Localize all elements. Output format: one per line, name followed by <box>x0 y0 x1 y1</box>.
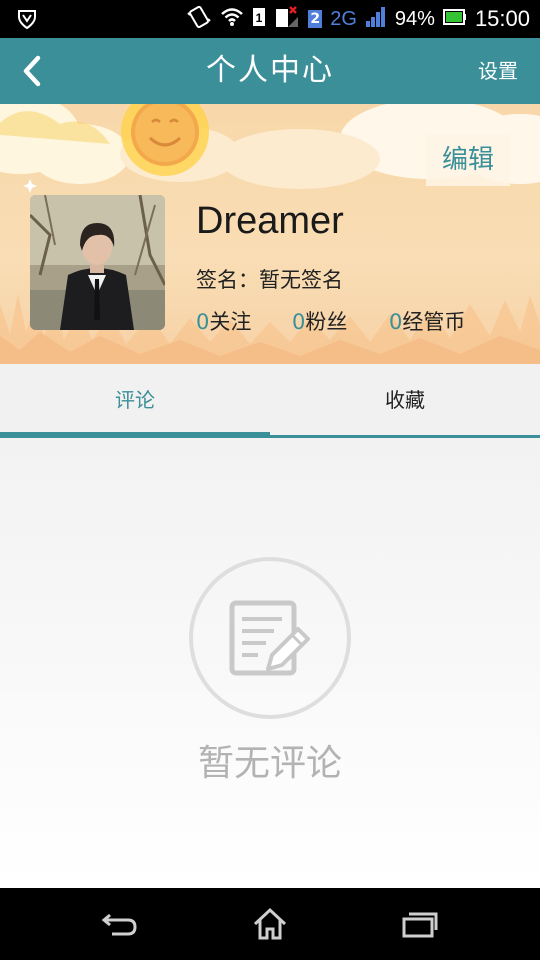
stat-followers[interactable]: 0粉丝 <box>292 306 389 336</box>
clock: 15:00 <box>474 6 530 31</box>
back-arrow-icon <box>101 913 137 936</box>
home-icon <box>253 907 287 940</box>
recent-apps-icon <box>402 912 438 938</box>
profile-banner: 编辑 Dreamer 签名：暂无签名 0关注 0粉丝 0经管币 <box>0 104 540 364</box>
page-title: 个人中心 <box>206 53 334 88</box>
status-icons: 1 2 2G 94% 15:00 <box>186 0 530 38</box>
tab-comments[interactable]: 评论 <box>0 364 270 436</box>
stat-following-label: 关注 <box>209 310 252 334</box>
app-header: 个人中心 设置 <box>0 38 540 104</box>
profile-stats: 0关注 0粉丝 0经管币 <box>196 306 465 336</box>
stat-coins[interactable]: 0经管币 <box>389 306 465 336</box>
tab-favorites[interactable]: 收藏 <box>270 364 540 436</box>
edit-document-icon <box>229 600 310 676</box>
signal-icon <box>365 6 387 32</box>
sim2-badge: 2 <box>308 10 323 28</box>
empty-state-text: 暂无评论 <box>197 743 342 784</box>
avatar[interactable] <box>30 195 165 330</box>
battery-icon <box>442 9 467 29</box>
svg-text:1: 1 <box>256 11 263 25</box>
stat-following-count: 0 <box>196 310 210 334</box>
stat-following[interactable]: 0关注 <box>196 306 292 336</box>
nav-back-button[interactable] <box>90 902 150 946</box>
edit-profile-button[interactable]: 编辑 <box>426 134 510 186</box>
comments-panel: 暂无评论 <box>0 438 540 888</box>
wifi-icon <box>220 7 244 31</box>
vibrate-icon <box>186 5 212 33</box>
stat-followers-count: 0 <box>292 310 306 334</box>
stat-followers-label: 粉丝 <box>305 310 348 334</box>
tab-bar: 评论 收藏 <box>0 364 540 438</box>
settings-button[interactable]: 设置 <box>478 38 518 104</box>
signature: 签名：暂无签名 <box>196 268 343 292</box>
stat-coins-count: 0 <box>389 310 403 334</box>
stat-coins-label: 经管币 <box>402 310 466 334</box>
sim1-icon: 1 <box>252 7 266 31</box>
nav-home-button[interactable] <box>240 902 300 946</box>
battery-percent: 94% <box>394 7 435 30</box>
network-type: 2G <box>330 7 357 30</box>
shield-icon <box>16 8 38 30</box>
empty-state-badge <box>189 557 351 719</box>
no-sim-icon <box>274 5 300 33</box>
avatar-photo <box>30 195 165 330</box>
status-bar: 1 2 2G 94% 15:00 <box>0 0 540 38</box>
nav-recent-button[interactable] <box>390 902 450 946</box>
chevron-left-icon <box>23 55 41 87</box>
back-button[interactable] <box>12 50 52 92</box>
username: Dreamer <box>196 200 344 242</box>
system-nav-bar <box>0 888 540 960</box>
